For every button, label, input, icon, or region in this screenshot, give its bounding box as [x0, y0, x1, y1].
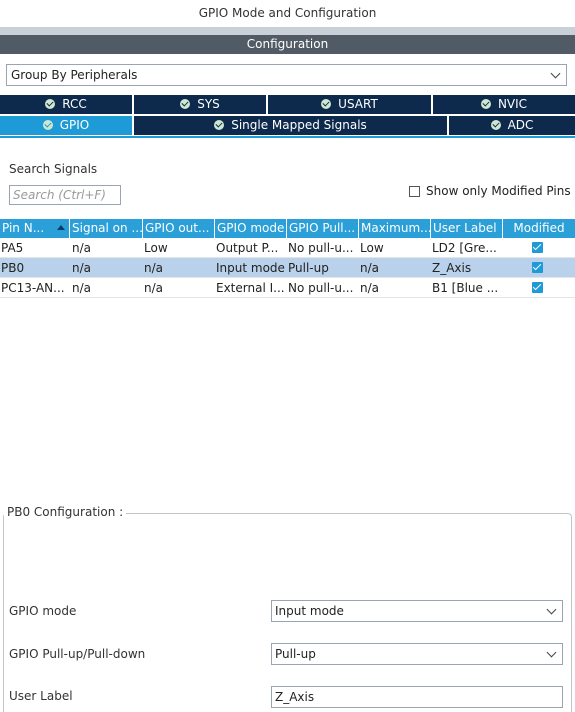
tab-underline — [0, 136, 575, 138]
pin-table: Pin N... Signal on ... GPIO out... GPIO … — [0, 219, 575, 298]
tab-gpio[interactable]: GPIO — [0, 116, 132, 135]
group-by-dropdown[interactable]: Group By Peripherals — [6, 64, 567, 86]
tab-usart[interactable]: USART — [268, 95, 431, 114]
check-circle-icon — [480, 99, 491, 109]
pin-configuration-title: PB0 Configuration : — [4, 505, 127, 519]
table-row[interactable]: PC13-AN... n/a n/a External I... No pull… — [0, 278, 575, 298]
modified-checkbox[interactable] — [532, 282, 543, 293]
cell-gpio-output: Low — [144, 241, 168, 255]
cell-gpio-pull: Pull-up — [288, 261, 329, 275]
check-circle-icon — [42, 120, 53, 130]
check-circle-icon — [321, 99, 332, 109]
tab-label: NVIC — [497, 97, 528, 111]
user-label-label: User Label — [9, 689, 73, 703]
cell-signal: n/a — [72, 261, 92, 275]
configuration-bar: Configuration — [0, 35, 575, 54]
tab-sys[interactable]: SYS — [134, 95, 266, 114]
gpio-pull-value: Pull-up — [275, 647, 316, 661]
table-row[interactable]: PA5 n/a Low Output P... No pull-u... Low… — [0, 238, 575, 258]
column-header-user-label[interactable]: User Label — [431, 219, 503, 238]
group-by-value: Group By Peripherals — [11, 68, 138, 82]
column-header-signal[interactable]: Signal on ... — [70, 219, 143, 238]
cell-user-label: LD2 [Gre... — [432, 241, 497, 255]
sort-ascending-icon — [57, 225, 65, 230]
cell-signal: n/a — [72, 281, 92, 295]
modified-checkbox[interactable] — [532, 262, 543, 273]
column-header-gpio-pull[interactable]: GPIO Pull... — [287, 219, 359, 238]
chevron-down-icon — [546, 647, 557, 658]
cell-gpio-mode: Input mode — [216, 261, 285, 275]
column-header-modified[interactable]: Modified — [503, 219, 575, 238]
cell-gpio-pull: No pull-u... — [288, 241, 354, 255]
cell-gpio-output: n/a — [144, 261, 164, 275]
gpio-pull-label: GPIO Pull-up/Pull-down — [9, 647, 146, 661]
tab-label: SYS — [197, 97, 220, 111]
cell-maximum: n/a — [360, 281, 380, 295]
column-header-pin[interactable]: Pin N... — [0, 219, 70, 238]
search-signals-label: Search Signals — [9, 162, 98, 176]
chevron-down-icon — [546, 604, 557, 615]
tab-adc[interactable]: ADC — [449, 116, 575, 135]
cell-gpio-mode: Output P... — [216, 241, 279, 255]
chevron-down-icon — [550, 68, 561, 79]
gpio-mode-value: Input mode — [275, 604, 344, 618]
check-circle-icon — [214, 120, 225, 130]
gpio-configuration-panel: GPIO Mode and Configuration Configuratio… — [0, 0, 575, 712]
cell-user-label: B1 [Blue ... — [432, 281, 499, 295]
cell-signal: n/a — [72, 241, 92, 255]
cell-gpio-output: n/a — [144, 281, 164, 295]
gpio-mode-label: GPIO mode — [9, 604, 77, 618]
tab-label: RCC — [62, 97, 87, 111]
modified-checkbox[interactable] — [532, 242, 543, 253]
column-header-maximum[interactable]: Maximum... — [359, 219, 431, 238]
column-header-gpio-output[interactable]: GPIO out... — [143, 219, 215, 238]
cell-maximum: Low — [360, 241, 384, 255]
gpio-pull-dropdown[interactable]: Pull-up — [271, 643, 563, 665]
gpio-mode-dropdown[interactable]: Input mode — [271, 600, 563, 622]
search-input[interactable] — [9, 185, 121, 205]
check-circle-icon — [490, 120, 501, 130]
show-modified-checkbox[interactable] — [409, 186, 420, 197]
cell-gpio-mode: External I... — [216, 281, 285, 295]
tab-single-mapped-signals[interactable]: Single Mapped Signals — [134, 116, 447, 135]
tab-label: GPIO — [59, 118, 90, 132]
peripheral-tabs: RCC SYS USART NVIC GPIO Single Mapped Si… — [0, 95, 575, 137]
cell-user-label: Z_Axis — [432, 261, 472, 275]
tab-nvic[interactable]: NVIC — [433, 95, 575, 114]
table-header: Pin N... Signal on ... GPIO out... GPIO … — [0, 219, 575, 238]
check-circle-icon — [180, 99, 191, 109]
show-modified-label: Show only Modified Pins — [426, 184, 571, 198]
table-row[interactable]: PB0 n/a n/a Input mode Pull-up n/a Z_Axi… — [0, 258, 575, 278]
cell-pin: PA5 — [1, 241, 24, 255]
cell-pin: PB0 — [1, 261, 25, 275]
tab-label: Single Mapped Signals — [231, 118, 367, 132]
column-header-label: Pin N... — [2, 221, 45, 235]
cell-pin: PC13-AN... — [1, 281, 65, 295]
check-circle-icon — [45, 99, 56, 109]
tab-label: USART — [338, 97, 378, 111]
window-title: GPIO Mode and Configuration — [198, 6, 377, 20]
cell-maximum: n/a — [360, 261, 380, 275]
title-separator — [0, 27, 575, 35]
tab-label: ADC — [507, 118, 534, 132]
tab-rcc[interactable]: RCC — [0, 95, 132, 114]
cell-gpio-pull: No pull-u... — [288, 281, 354, 295]
user-label-input[interactable]: Z_Axis — [271, 686, 563, 708]
column-header-gpio-mode[interactable]: GPIO mode — [215, 219, 287, 238]
